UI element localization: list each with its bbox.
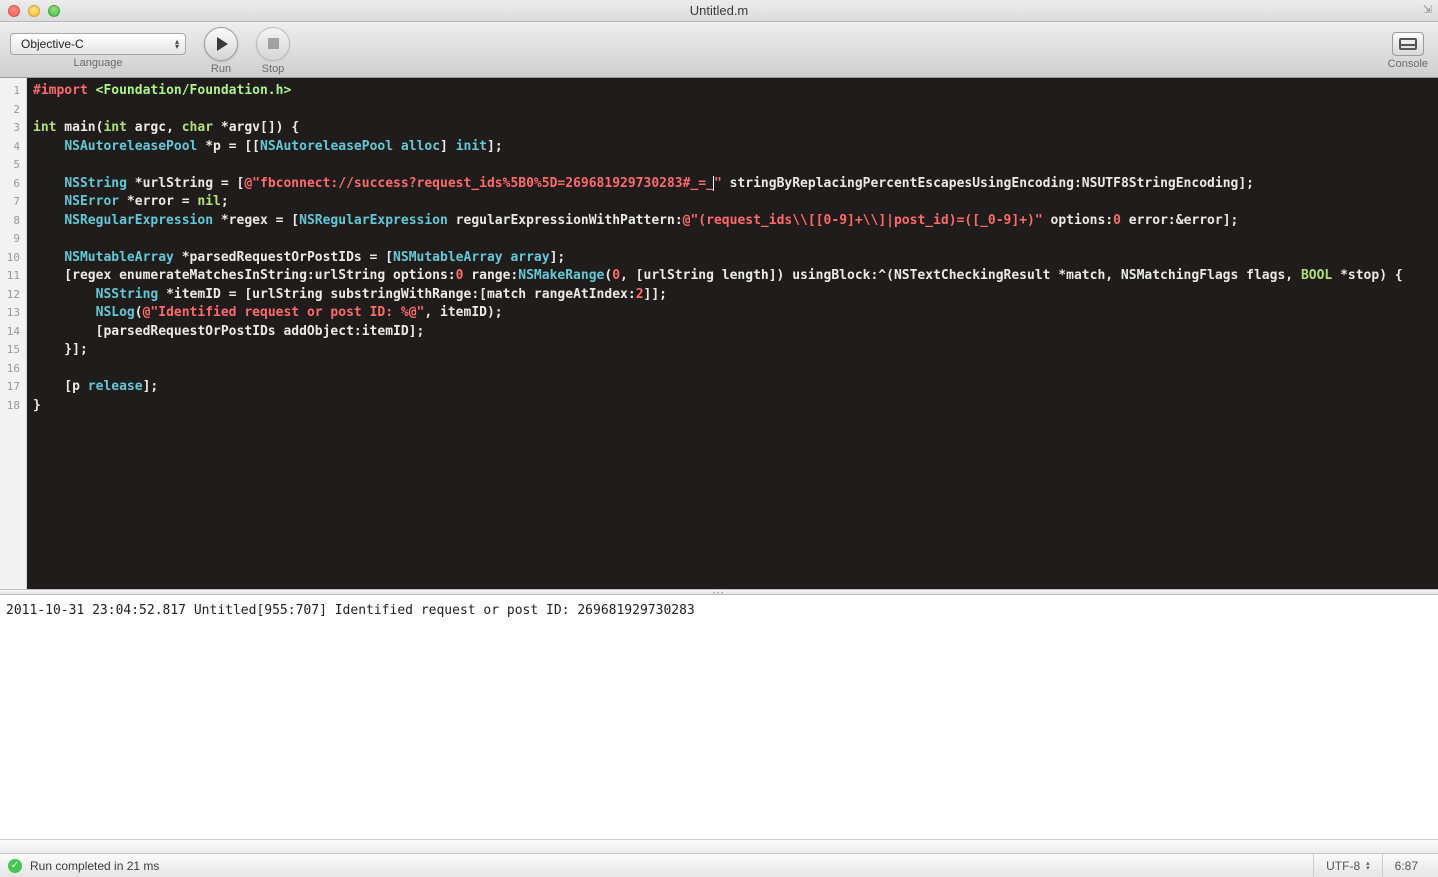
- minimize-window-button[interactable]: [28, 5, 40, 17]
- console-line: 2011-10-31 23:04:52.817 Untitled[955:707…: [6, 603, 695, 618]
- stepper-arrows-icon: ▴▾: [175, 39, 179, 49]
- line-number: 13: [0, 304, 26, 323]
- console-label: Console: [1388, 58, 1428, 70]
- fullscreen-icon[interactable]: ⇲: [1423, 3, 1432, 16]
- line-number-gutter: 123456789101112131415161718: [0, 78, 27, 589]
- cursor-position: 6:87: [1382, 854, 1430, 877]
- line-number: 6: [0, 175, 26, 194]
- console-output[interactable]: 2011-10-31 23:04:52.817 Untitled[955:707…: [0, 595, 1438, 839]
- line-number: 12: [0, 286, 26, 305]
- line-number: 5: [0, 156, 26, 175]
- run-button[interactable]: [204, 27, 238, 61]
- horizontal-scrollbar[interactable]: [0, 839, 1438, 853]
- editor-split: 123456789101112131415161718 #import <Fou…: [0, 78, 1438, 589]
- close-window-button[interactable]: [8, 5, 20, 17]
- grip-icon: •••: [705, 591, 733, 594]
- line-number: 1: [0, 82, 26, 101]
- run-group: Run: [204, 27, 238, 75]
- play-icon: [217, 37, 228, 51]
- line-number: 7: [0, 193, 26, 212]
- line-number: 11: [0, 267, 26, 286]
- pane-splitter[interactable]: •••: [0, 589, 1438, 595]
- zoom-window-button[interactable]: [48, 5, 60, 17]
- run-label: Run: [211, 63, 231, 75]
- toolbar: Objective-C ▴▾ Language Run Stop Console: [0, 22, 1438, 78]
- traffic-lights: [0, 5, 60, 17]
- line-number: 14: [0, 323, 26, 342]
- console-toggle-button[interactable]: [1392, 32, 1424, 56]
- editor-wrap: 123456789101112131415161718 #import <Fou…: [0, 78, 1438, 839]
- language-select-value: Objective-C: [21, 37, 84, 51]
- titlebar: Untitled.m ⇲: [0, 0, 1438, 22]
- stop-group: Stop: [256, 27, 290, 75]
- line-number: 3: [0, 119, 26, 138]
- line-number: 8: [0, 212, 26, 231]
- line-number: 15: [0, 341, 26, 360]
- code-editor[interactable]: #import <Foundation/Foundation.h> int ma…: [27, 78, 1438, 589]
- window-title: Untitled.m: [0, 3, 1438, 18]
- line-number: 9: [0, 230, 26, 249]
- line-number: 16: [0, 360, 26, 379]
- stop-button[interactable]: [256, 27, 290, 61]
- line-number: 4: [0, 138, 26, 157]
- language-group: Objective-C ▴▾ Language: [10, 33, 186, 69]
- language-label: Language: [74, 57, 123, 69]
- encoding-select[interactable]: UTF-8 ▴▾: [1313, 854, 1382, 877]
- line-number: 17: [0, 378, 26, 397]
- console-icon: [1399, 38, 1417, 50]
- language-select[interactable]: Objective-C ▴▾: [10, 33, 186, 55]
- stop-label: Stop: [262, 63, 285, 75]
- statusbar: Run completed in 21 ms UTF-8 ▴▾ 6:87: [0, 853, 1438, 877]
- stop-icon: [268, 38, 279, 49]
- status-message: Run completed in 21 ms: [30, 859, 159, 873]
- line-number: 18: [0, 397, 26, 416]
- stepper-arrows-icon: ▴▾: [1366, 861, 1370, 871]
- line-number: 2: [0, 101, 26, 120]
- console-group: Console: [1388, 32, 1428, 70]
- encoding-value: UTF-8: [1326, 859, 1360, 873]
- line-number: 10: [0, 249, 26, 268]
- success-icon: [8, 859, 22, 873]
- app-window: Untitled.m ⇲ Objective-C ▴▾ Language Run…: [0, 0, 1438, 877]
